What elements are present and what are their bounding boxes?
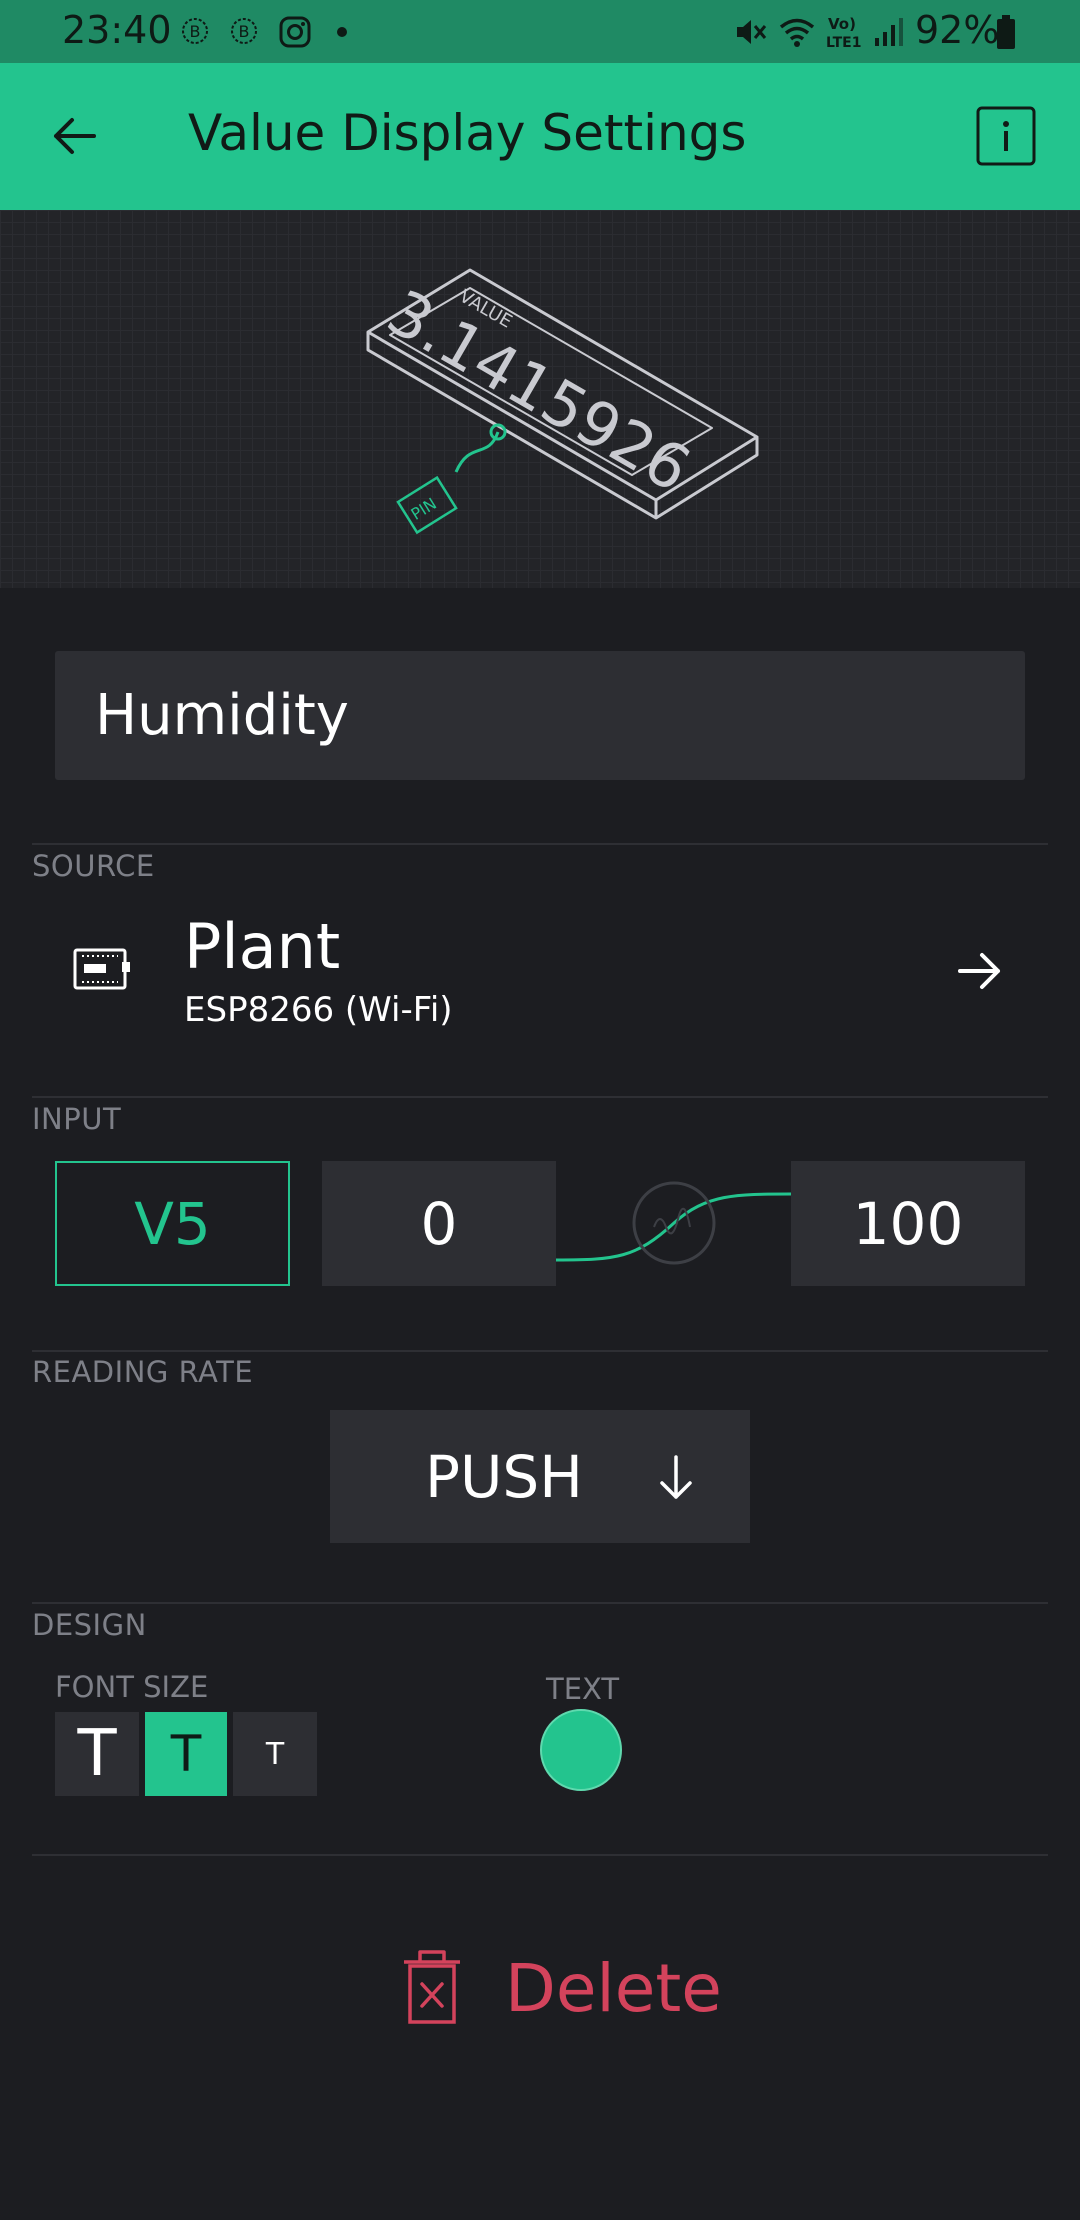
- divider: [32, 1096, 1048, 1098]
- font-size-small-button[interactable]: T: [233, 1712, 317, 1796]
- dot-icon: [337, 27, 347, 37]
- reading-rate-value: PUSH: [425, 1442, 583, 1511]
- divider: [32, 843, 1048, 845]
- device-board-icon: [73, 948, 130, 990]
- info-icon[interactable]: [976, 106, 1036, 166]
- svg-text:LTE1: LTE1: [826, 35, 861, 50]
- status-time: 23:40: [62, 8, 172, 52]
- text-color-label: TEXT: [546, 1672, 620, 1706]
- max-value-input[interactable]: 100: [791, 1161, 1025, 1286]
- signal-icon: [875, 18, 903, 46]
- reading-rate-section-label: READING RATE: [32, 1355, 254, 1389]
- divider: [32, 1350, 1048, 1352]
- wifi-icon: [779, 18, 815, 47]
- page-title: Value Display Settings: [188, 104, 747, 162]
- divider: [32, 1854, 1048, 1856]
- b-notification-icon: B: [182, 18, 208, 44]
- value-display-illustration: VALUE 3.1415926 PIN: [366, 268, 759, 535]
- source-section-label: SOURCE: [32, 849, 155, 883]
- source-device-name: Plant: [184, 910, 341, 983]
- font-size-label: FONT SIZE: [55, 1670, 209, 1704]
- delete-button[interactable]: Delete: [505, 1950, 722, 2027]
- arrow-down-icon: [660, 1455, 692, 1499]
- widget-illustration: VALUE 3.1415926 PIN: [0, 210, 1080, 588]
- svg-text:B: B: [239, 22, 250, 41]
- illustration-pin-label: PIN: [408, 494, 440, 524]
- svg-text:B: B: [190, 22, 201, 41]
- curve-mapping-icon: [556, 1181, 791, 1265]
- min-value-input[interactable]: 0: [322, 1161, 556, 1286]
- trash-icon[interactable]: [398, 1948, 468, 2028]
- font-size-large-button[interactable]: T: [55, 1712, 139, 1796]
- design-section-label: DESIGN: [32, 1608, 147, 1642]
- arrow-right-icon[interactable]: [956, 950, 1004, 992]
- volte-icon: Vo) LTE1: [826, 15, 861, 50]
- battery-percentage: 92%: [915, 8, 1000, 52]
- source-device-board: ESP8266 (Wi-Fi): [184, 990, 453, 1030]
- font-size-medium-button[interactable]: T: [145, 1712, 227, 1796]
- back-arrow-icon[interactable]: [52, 116, 96, 156]
- divider: [32, 1602, 1048, 1604]
- input-section-label: INPUT: [32, 1102, 122, 1136]
- b-notification-icon: B: [231, 18, 257, 44]
- pin-selector[interactable]: V5: [55, 1161, 290, 1286]
- mute-icon: [737, 20, 767, 44]
- text-color-swatch[interactable]: [540, 1709, 622, 1791]
- svg-text:Vo): Vo): [828, 15, 856, 33]
- instagram-icon: [279, 16, 311, 48]
- widget-name-input[interactable]: [55, 651, 1025, 780]
- battery-icon: [997, 15, 1015, 49]
